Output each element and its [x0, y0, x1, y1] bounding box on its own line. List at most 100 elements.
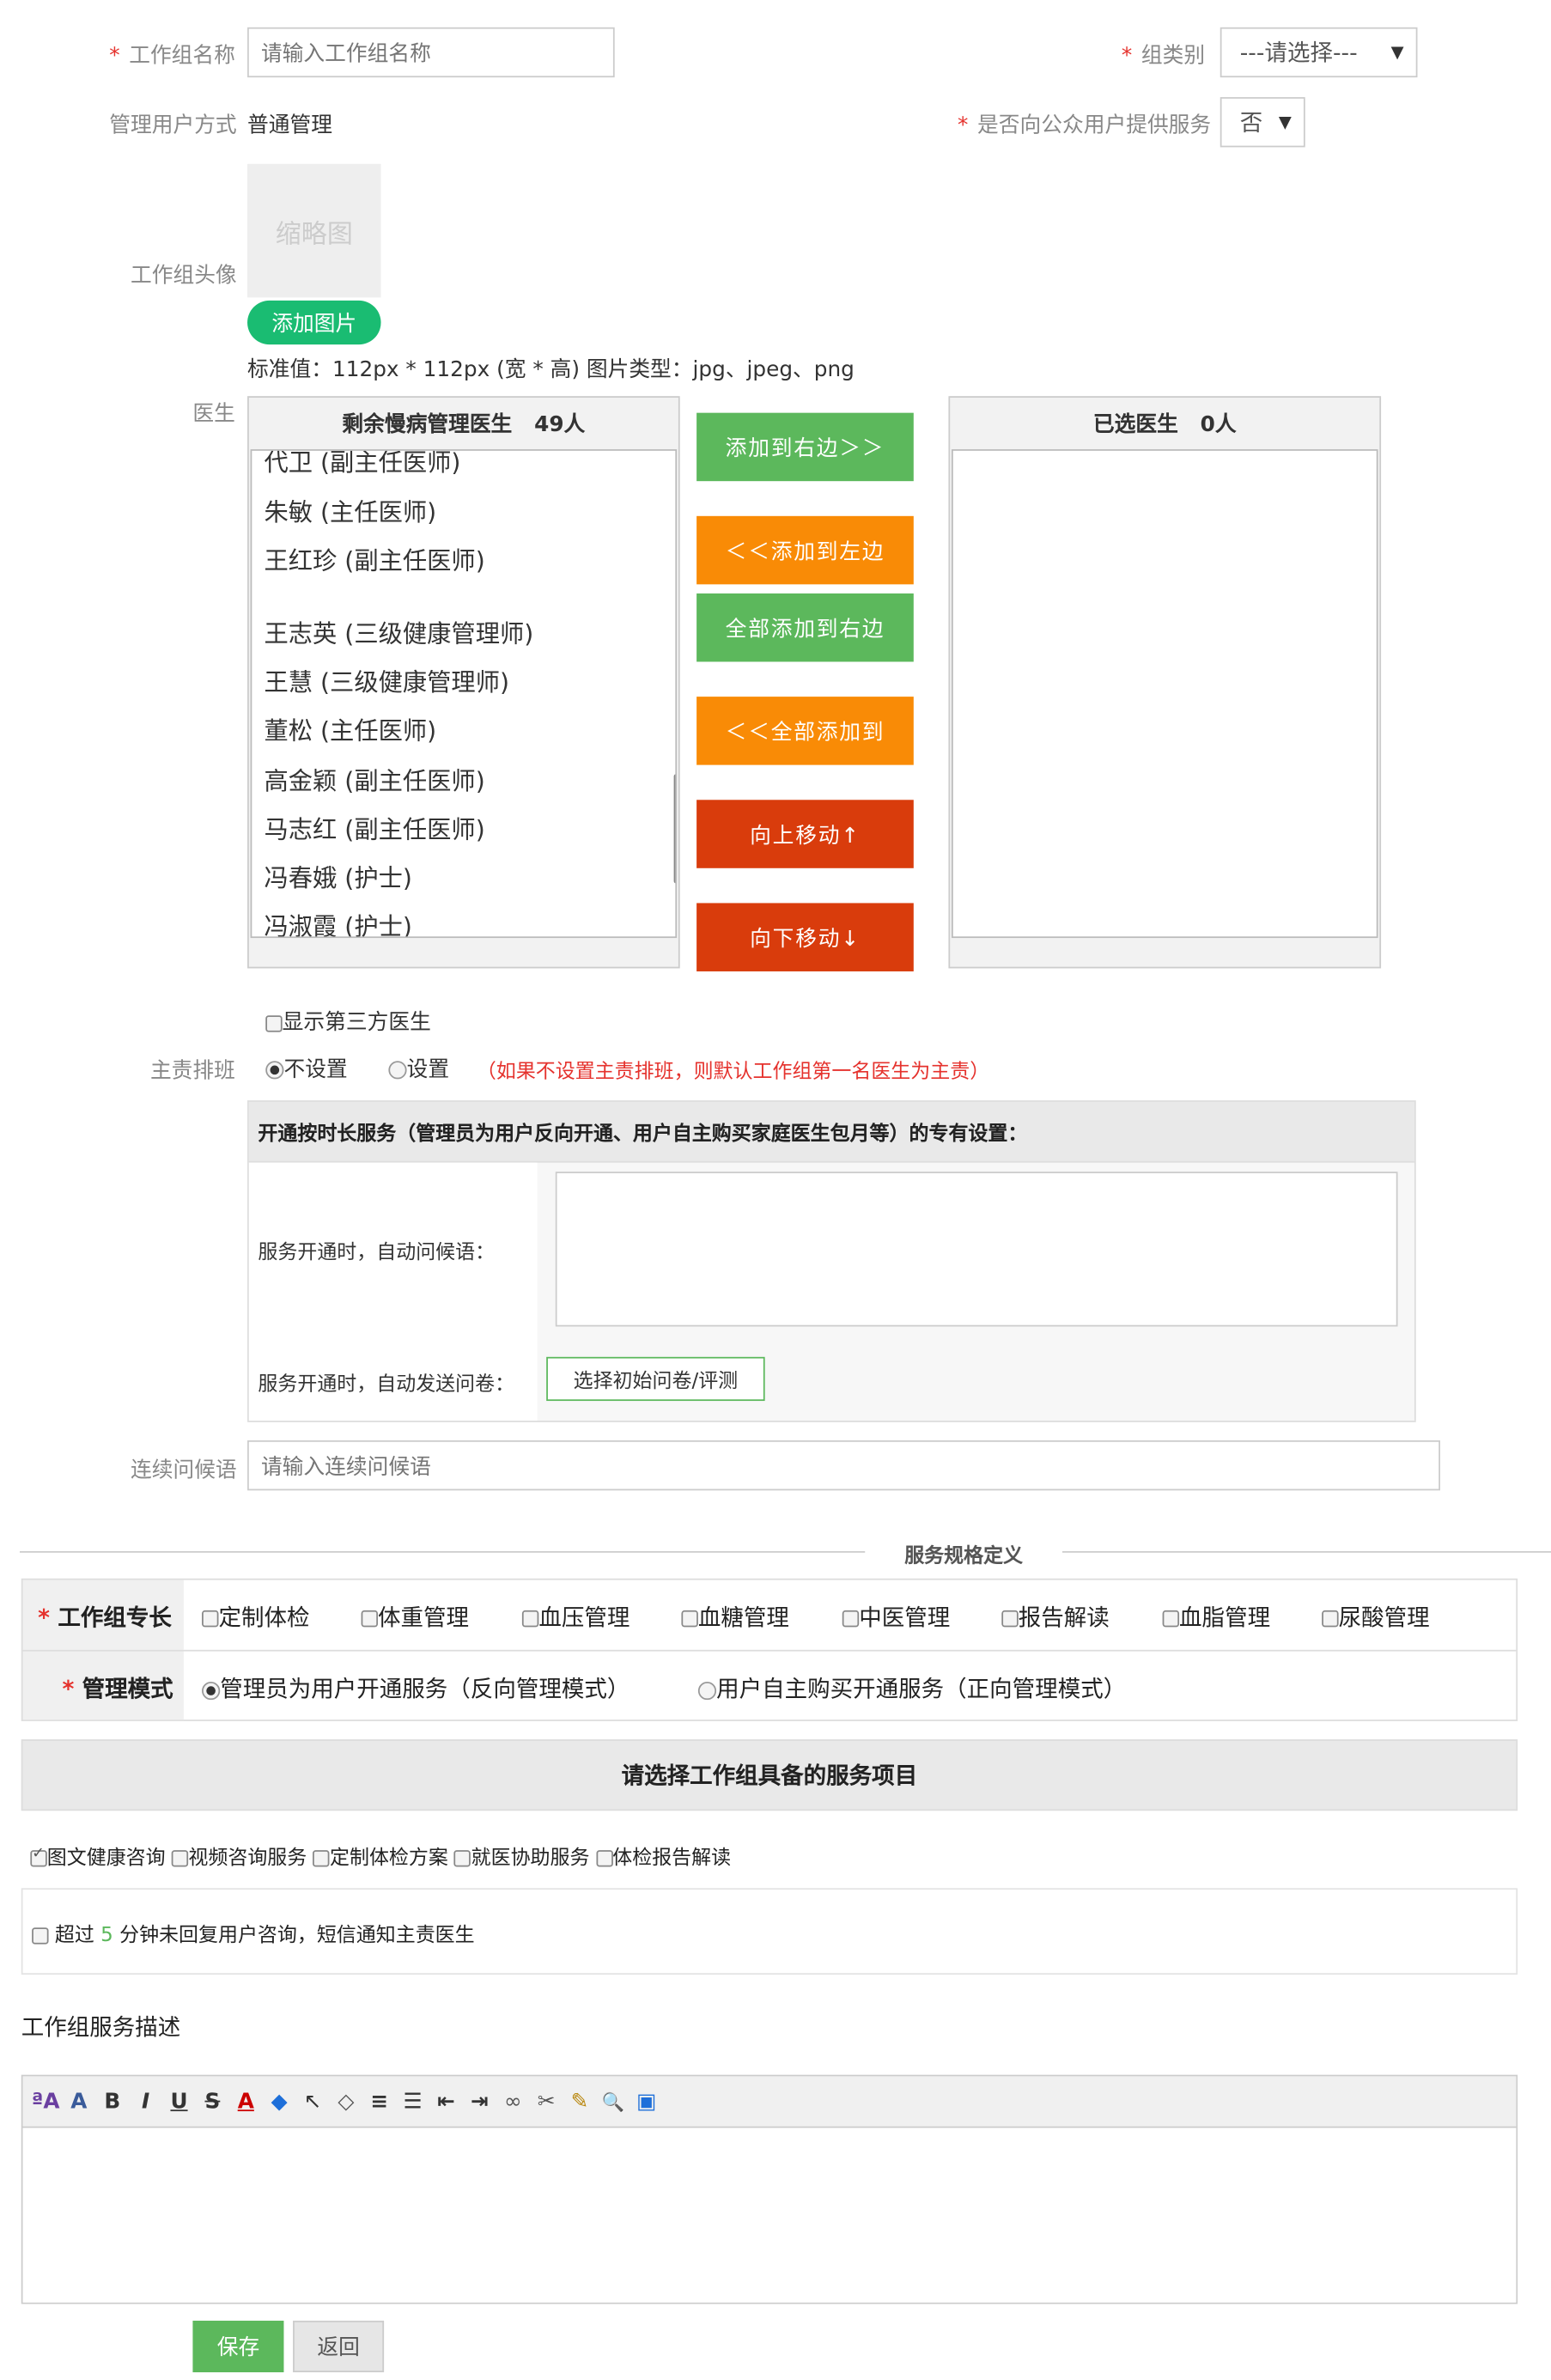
list-item[interactable]: 代卫 (副主任医师) — [264, 451, 460, 478]
list-item[interactable]: 马志红 (副主任医师) — [264, 809, 484, 845]
group-name-input[interactable] — [247, 27, 615, 78]
font-color-icon[interactable]: A — [229, 2087, 263, 2117]
italic-icon[interactable]: I — [129, 2087, 162, 2117]
eraser-icon[interactable]: ◇ — [329, 2087, 362, 2117]
third-party-checkbox-row[interactable]: 显示第三方医生 — [265, 1007, 431, 1037]
list-item[interactable]: 董松 (主任医师) — [264, 710, 436, 746]
mode-forward-radio[interactable]: 用户自主购买开通服务（正向管理模式） — [697, 1672, 1127, 1704]
checkbox-icon[interactable] — [842, 1610, 860, 1628]
save-button[interactable]: 保存 — [192, 2320, 284, 2373]
specialty-option[interactable]: 血脂管理 — [1162, 1601, 1270, 1633]
timeout-minutes[interactable]: 5 — [100, 1925, 113, 1948]
checkbox-icon[interactable] — [313, 1850, 331, 1867]
specialty-option-label: 定制体检 — [218, 1604, 310, 1632]
continuous-input[interactable] — [247, 1440, 1440, 1491]
divider-line — [1061, 1550, 1551, 1553]
mode-reverse-radio[interactable]: 管理员为用户开通服务（反向管理模式） — [202, 1672, 630, 1704]
timeout-checkbox[interactable] — [32, 1927, 49, 1945]
timeout-pre: 超过 — [54, 1924, 94, 1948]
move-down-button[interactable]: 向下移动↓ — [696, 903, 914, 971]
service-option[interactable]: 图文健康咨询 — [30, 1846, 166, 1871]
specialty-option-label: 血压管理 — [538, 1604, 630, 1632]
specialty-option[interactable]: 尿酸管理 — [1322, 1601, 1430, 1633]
move-up-button[interactable]: 向上移动↑ — [696, 800, 914, 868]
chevron-down-icon: ▼ — [1278, 112, 1292, 132]
select-survey-button[interactable]: 选择初始问卷/评测 — [546, 1356, 765, 1402]
list-icon[interactable]: ☰ — [396, 2087, 429, 2117]
checkbox-icon[interactable] — [595, 1850, 613, 1867]
back-button[interactable]: 返回 — [293, 2320, 385, 2373]
specialty-option[interactable]: 报告解读 — [1001, 1601, 1110, 1633]
underline-icon[interactable]: U — [162, 2087, 196, 2117]
radio-icon[interactable] — [697, 1681, 717, 1700]
specialty-option[interactable]: 中医管理 — [842, 1601, 950, 1633]
outdent-icon[interactable]: ⇤ — [429, 2087, 463, 2117]
checkbox-checked-icon[interactable] — [30, 1846, 47, 1867]
indent-icon[interactable]: ⇥ — [463, 2087, 496, 2117]
specialty-option[interactable]: 定制体检 — [202, 1601, 310, 1633]
service-option[interactable]: 视频咨询服务 — [171, 1847, 307, 1871]
third-party-label: 显示第三方医生 — [282, 1010, 431, 1036]
highlight-icon[interactable]: ◆ — [263, 2087, 296, 2117]
list-item[interactable]: 高金颖 (副主任医师) — [264, 760, 484, 796]
public-service-value: 否 — [1239, 109, 1263, 137]
checkbox-icon[interactable] — [454, 1850, 471, 1867]
avatar-thumbnail: 缩略图 — [247, 163, 381, 298]
checkbox-icon[interactable] — [1322, 1610, 1339, 1628]
checkbox-icon[interactable] — [171, 1850, 189, 1867]
services-header: 请选择工作组具备的服务项目 — [21, 1739, 1518, 1811]
font-size-icon[interactable]: A — [62, 2087, 95, 2117]
radio-icon[interactable] — [388, 1061, 407, 1080]
list-item[interactable]: 冯春娥 (护士) — [264, 857, 411, 893]
mode-forward-label: 用户自主购买开通服务（正向管理模式） — [716, 1675, 1127, 1703]
list-item[interactable]: 冯淑霞 (护士) — [264, 906, 411, 936]
checkbox-icon[interactable] — [202, 1610, 219, 1628]
service-option[interactable]: 就医协助服务 — [454, 1847, 589, 1871]
specialty-option[interactable]: 血糖管理 — [681, 1601, 789, 1633]
align-icon[interactable]: ≡ — [362, 2087, 396, 2117]
list-item[interactable]: 朱敏 (主任医师) — [264, 492, 436, 528]
bold-icon[interactable]: B — [95, 2087, 129, 2117]
preview-icon[interactable]: 🔍 — [596, 2087, 630, 2117]
third-party-checkbox[interactable] — [265, 1014, 283, 1032]
available-doctors-list[interactable]: 代卫 (副主任医师) 朱敏 (主任医师) 王红珍 (副主任医师) 王志英 (三级… — [250, 449, 678, 939]
edit-icon[interactable]: ✎ — [563, 2087, 597, 2117]
duty-none-radio[interactable]: 不设置 — [265, 1053, 348, 1083]
service-option[interactable]: 定制体检方案 — [313, 1847, 448, 1871]
duty-set-radio[interactable]: 设置 — [388, 1053, 449, 1083]
checkbox-icon[interactable] — [361, 1610, 379, 1628]
available-doctors-title: 剩余慢病管理医生 49人 — [342, 412, 586, 437]
unlink-icon[interactable]: ✂ — [530, 2087, 563, 2117]
strikethrough-icon[interactable]: S — [196, 2087, 229, 2117]
greeting-textarea[interactable] — [555, 1172, 1398, 1327]
select-icon[interactable]: ↖ — [296, 2087, 330, 2117]
radio-selected-icon[interactable] — [202, 1681, 221, 1700]
group-type-select[interactable]: ---请选择--- ▼ — [1220, 27, 1418, 78]
specialty-option[interactable]: 体重管理 — [361, 1601, 469, 1633]
checkbox-icon[interactable] — [521, 1610, 539, 1628]
add-to-right-button[interactable]: 添加到右边＞＞ — [696, 412, 914, 482]
editor-content-area[interactable] — [22, 2127, 1517, 2303]
link-icon[interactable]: ∞ — [496, 2087, 530, 2117]
add-all-to-left-button[interactable]: ＜＜全部添加到 — [696, 697, 914, 765]
list-item[interactable]: 王志英 (三级健康管理师) — [264, 613, 533, 649]
timed-service-header: 开通按时长服务（管理员为用户反向开通、用户自主购买家庭医生包月等）的专有设置： — [248, 1101, 1414, 1163]
font-family-icon[interactable]: ªA — [29, 2087, 63, 2117]
list-item[interactable]: 王慧 (三级健康管理师) — [264, 661, 509, 697]
checkbox-icon[interactable] — [1162, 1610, 1180, 1628]
scrollbar-thumb[interactable] — [673, 774, 676, 884]
list-item[interactable]: 王红珍 (副主任医师) — [264, 540, 484, 576]
editor-toolbar: ªA A B I U S A ◆ ↖ ◇ ≡ ☰ ⇤ ⇥ ∞ ✂ ✎ 🔍 ▣ — [22, 2076, 1517, 2128]
radio-selected-icon[interactable] — [265, 1061, 284, 1080]
add-all-to-right-button[interactable]: 全部添加到右边 — [696, 593, 914, 662]
specialty-option[interactable]: 血压管理 — [521, 1601, 630, 1633]
service-option[interactable]: 体检报告解读 — [595, 1847, 731, 1871]
public-service-select[interactable]: 否 ▼ — [1220, 97, 1305, 148]
checkbox-icon[interactable] — [681, 1610, 698, 1628]
timeout-box: 超过 5 分钟未回复用户咨询，短信通知主责医生 — [21, 1888, 1518, 1975]
fullscreen-icon[interactable]: ▣ — [630, 2087, 663, 2117]
add-to-left-button[interactable]: ＜＜添加到左边 — [696, 515, 914, 585]
checkbox-icon[interactable] — [1001, 1610, 1019, 1628]
selected-doctors-list[interactable] — [951, 449, 1378, 939]
add-image-button[interactable]: 添加图片 — [247, 300, 381, 345]
